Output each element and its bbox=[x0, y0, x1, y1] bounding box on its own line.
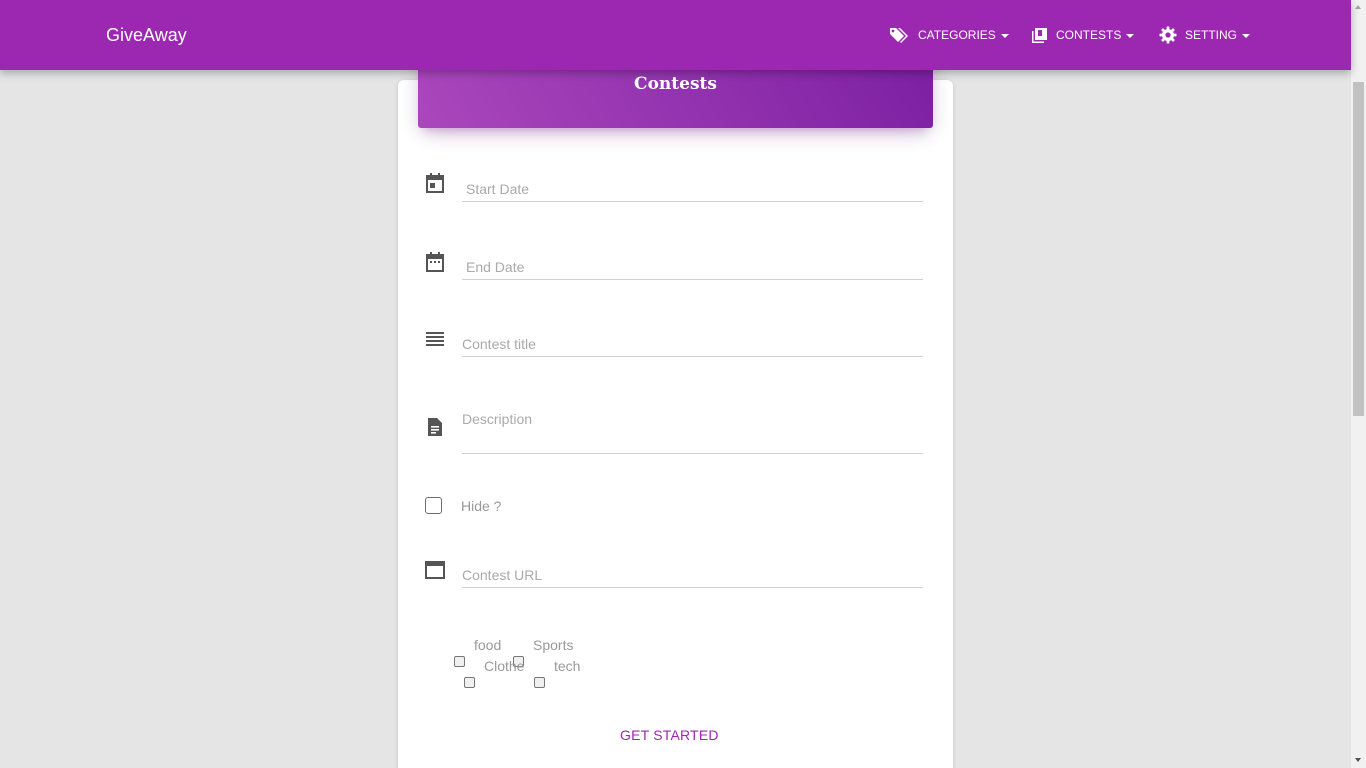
category-checkbox-clothe[interactable] bbox=[464, 677, 475, 688]
calendar-today-icon bbox=[424, 172, 446, 194]
nav-setting-label: SETTING bbox=[1185, 28, 1238, 42]
gear-icon bbox=[1159, 26, 1177, 44]
description-field bbox=[462, 407, 923, 454]
end-date-field bbox=[462, 255, 927, 280]
category-checkbox-food[interactable] bbox=[454, 656, 465, 667]
end-date-input[interactable] bbox=[462, 255, 927, 279]
description-input[interactable] bbox=[462, 407, 923, 431]
scrollbar[interactable] bbox=[1351, 0, 1366, 768]
chevron-down-icon bbox=[1126, 34, 1135, 38]
card-title: Contests bbox=[634, 74, 717, 94]
calendar-icon bbox=[424, 251, 446, 273]
chevron-down-icon bbox=[1242, 34, 1251, 38]
library-icon bbox=[1031, 27, 1048, 44]
nav-categories-label: CATEGORIES bbox=[918, 28, 996, 42]
hide-label: Hide ? bbox=[461, 498, 502, 514]
scroll-down-arrow-icon[interactable] bbox=[1355, 758, 1361, 762]
nav-contests-label: CONTESTS bbox=[1056, 28, 1122, 42]
brand-logo[interactable]: GiveAway bbox=[106, 24, 187, 46]
window-icon bbox=[424, 559, 446, 581]
contest-url-input[interactable] bbox=[462, 563, 923, 587]
tag-icon bbox=[889, 26, 910, 44]
nav-contests-dropdown[interactable]: CONTESTS bbox=[1031, 23, 1135, 47]
lines-icon bbox=[424, 328, 446, 350]
category-label-tech: tech bbox=[554, 658, 581, 674]
category-label-food: food bbox=[474, 637, 502, 653]
contest-title-field bbox=[462, 332, 923, 357]
scrollbar-thumb[interactable] bbox=[1353, 82, 1364, 416]
category-label-clothe: Clothe bbox=[484, 658, 525, 674]
category-label-sports: Sports bbox=[533, 637, 574, 653]
nav-categories-dropdown[interactable]: CATEGORIES bbox=[889, 23, 1009, 47]
nav-setting-dropdown[interactable]: SETTING bbox=[1159, 23, 1251, 47]
category-checkbox-tech[interactable] bbox=[534, 677, 545, 688]
navbar: GiveAway CATEGORIES CONTESTS SETTING bbox=[0, 0, 1351, 70]
chevron-down-icon bbox=[1000, 34, 1009, 38]
start-date-field bbox=[462, 177, 927, 202]
start-date-input[interactable] bbox=[462, 177, 927, 201]
hide-checkbox[interactable] bbox=[425, 497, 442, 514]
document-icon bbox=[424, 416, 446, 438]
contest-title-input[interactable] bbox=[462, 332, 923, 356]
get-started-button[interactable]: GET STARTED bbox=[620, 727, 719, 743]
scroll-up-arrow-icon[interactable] bbox=[1355, 5, 1361, 9]
contest-url-field bbox=[462, 563, 923, 588]
page: GiveAway CATEGORIES CONTESTS SETTING Con… bbox=[0, 0, 1366, 768]
